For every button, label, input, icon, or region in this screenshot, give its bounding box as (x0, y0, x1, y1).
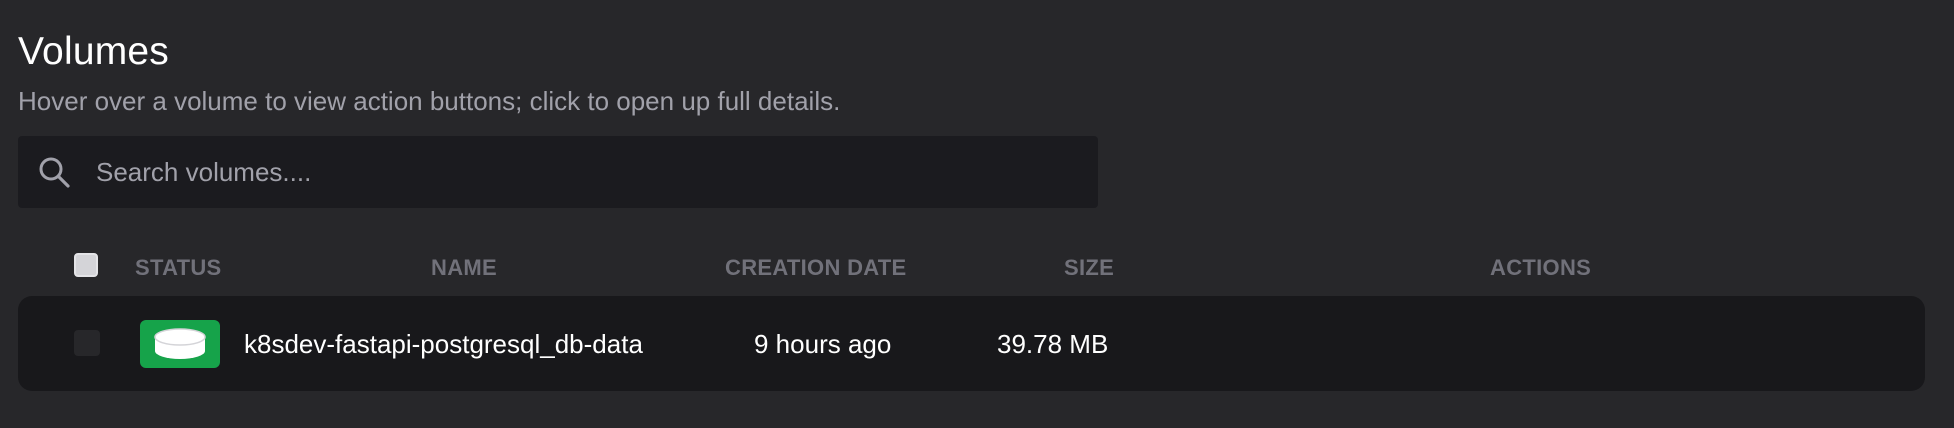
column-header-status[interactable]: STATUS (135, 254, 222, 282)
row-checkbox[interactable] (74, 330, 100, 356)
search-box[interactable] (18, 136, 1098, 208)
page-subtitle: Hover over a volume to view action butto… (18, 86, 841, 116)
select-all-checkbox[interactable] (74, 253, 98, 277)
column-header-actions: ACTIONS (1490, 255, 1592, 280)
status-badge (140, 320, 220, 368)
volume-name: k8sdev-fastapi-postgresql_db-data (244, 329, 643, 359)
table-row[interactable]: k8sdev-fastapi-postgresql_db-data 9 hour… (18, 296, 1925, 391)
column-header-name[interactable]: NAME (431, 254, 497, 282)
table-header: STATUS NAME CREATION DATE SIZE ACTIONS (0, 250, 1954, 290)
volume-size: 39.78 MB (997, 329, 1109, 359)
page-title: Volumes (18, 30, 169, 73)
volume-creation-date: 9 hours ago (754, 329, 892, 359)
volumes-page: Volumes Hover over a volume to view acti… (0, 0, 1954, 428)
search-input[interactable] (86, 136, 1076, 208)
column-header-creation-date[interactable]: CREATION DATE (725, 254, 907, 282)
search-icon (36, 154, 72, 190)
column-header-size[interactable]: SIZE (1064, 254, 1114, 282)
